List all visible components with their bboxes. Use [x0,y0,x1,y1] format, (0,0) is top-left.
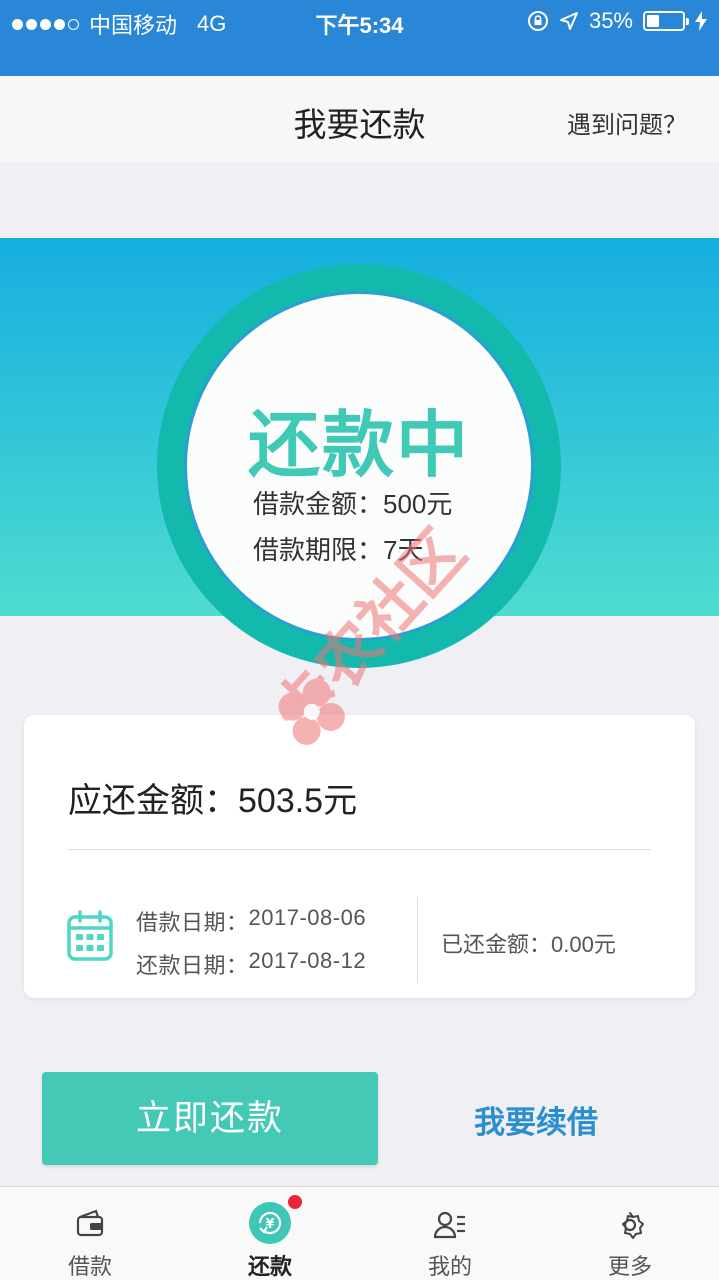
tab-label: 借款 [67,1254,112,1279]
svg-text:¥: ¥ [265,1217,274,1232]
repayment-card: 应还金额： 503.5元 借款日期： 2017-08-06 还款日期： 2017-08… [24,715,695,998]
location-arrow-icon [559,12,578,30]
repay-date-line: 还款日期： 2017-08-12 [136,948,366,980]
notification-badge [288,1195,302,1209]
status-bar: 中国移动 4G 下午5:34 35% [0,0,719,76]
battery-icon [643,11,689,31]
repay-date-value: 2017-08-12 [248,948,367,973]
repaid-amount-line: 已还金额： 0.00元 [441,927,616,959]
battery-percent: 35% [588,8,633,33]
due-amount-value: 503.5元 [238,782,358,820]
status-circle: 还款中 借款金额：500元 借款期限：7天 [184,291,534,641]
rotation-lock-icon [527,11,548,31]
vertical-divider [417,897,418,983]
yuan-refresh-icon: ¥ [249,1202,291,1244]
renew-loan-link[interactable]: 我要续借 [420,1097,652,1142]
tab-repay[interactable]: ¥ 还款 [180,1187,360,1280]
nav-bar: 我要还款 遇到问题？ [0,76,719,162]
due-amount-label: 应还金额： [68,782,238,820]
calendar-icon [67,910,113,961]
tab-more[interactable]: 更多 [540,1187,719,1280]
help-link[interactable]: 遇到问题？ [567,105,687,140]
status-right: 35% [527,8,707,34]
charging-bolt-icon [695,11,707,31]
tab-label: 我的 [427,1254,472,1279]
tab-label: 更多 [607,1254,652,1279]
loan-date-value: 2017-08-06 [248,905,367,930]
repaid-amount-label: 已还金额： [441,932,552,957]
loan-amount-line: 借款金额：500元 [253,484,452,521]
wallet-icon [76,1209,104,1237]
repaid-amount-value: 0.00元 [551,932,616,957]
card-divider [68,849,651,850]
due-amount-line: 应还金额： 503.5元 [68,773,357,822]
loan-amount-value: 500元 [383,489,453,519]
tab-bar: 借款 ¥ 还款 我的 更多 [0,1186,719,1280]
loan-status-label: 还款中 [247,406,470,486]
loan-term-label: 借款期限： [253,535,384,565]
loan-date-label: 借款日期： [136,910,249,935]
tab-loan[interactable]: 借款 [0,1187,180,1280]
loan-term-value: 7天 [383,535,424,565]
profile-icon [433,1211,465,1239]
gear-icon [622,1212,644,1239]
loan-date-line: 借款日期： 2017-08-06 [136,905,366,937]
loan-amount-label: 借款金额： [253,489,384,519]
tab-mine[interactable]: 我的 [360,1187,540,1280]
repay-date-label: 还款日期： [136,953,249,978]
loan-term-line: 借款期限：7天 [253,530,423,567]
repay-now-button[interactable]: 立即还款 [42,1072,378,1165]
tab-label: 还款 [247,1254,292,1279]
